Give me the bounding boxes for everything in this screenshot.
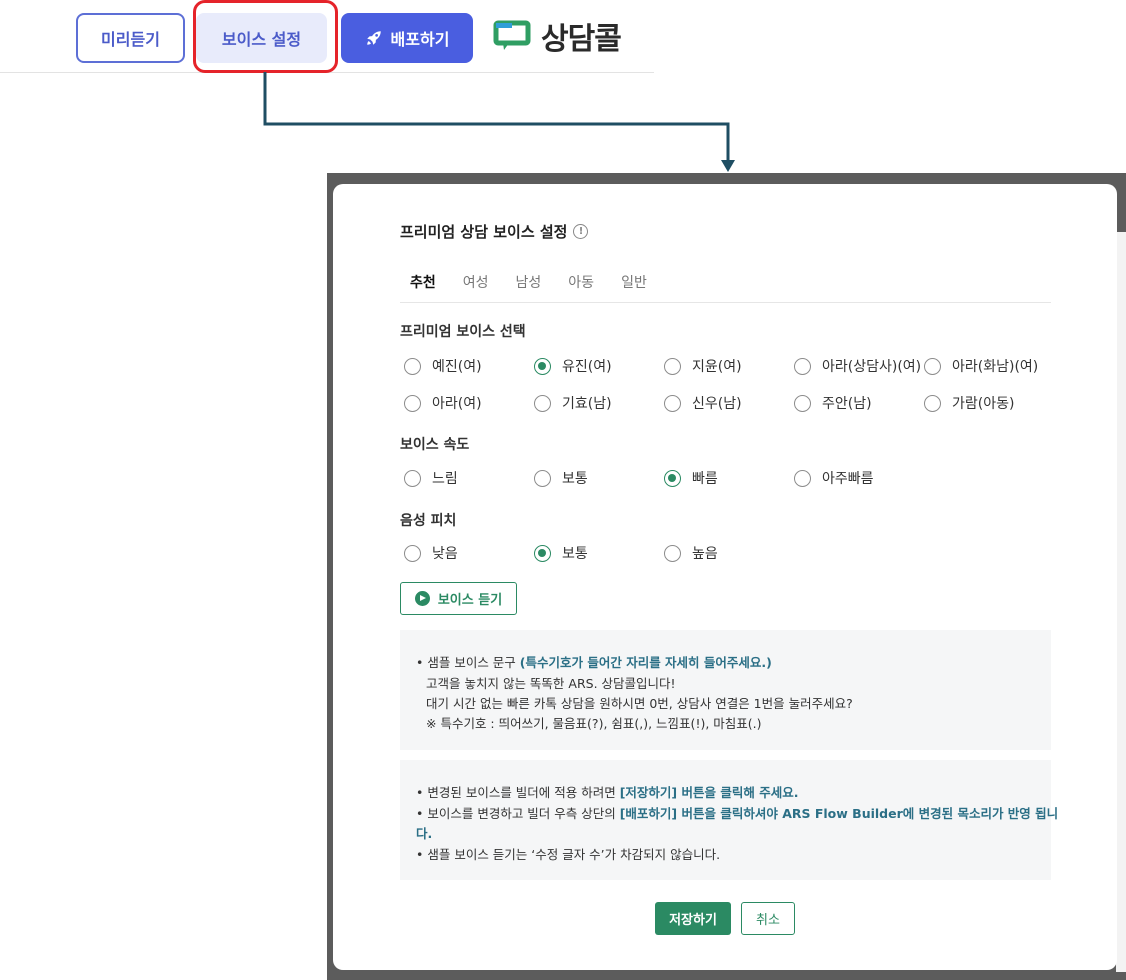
voice-category-tabs: 추천 여성 남성 아동 일반 (400, 269, 1051, 303)
listen-voice-label: 보이스 듣기 (437, 593, 503, 608)
voice-radio-4[interactable]: 아라(화남)(여) (924, 356, 1038, 376)
radio-circle (794, 469, 811, 487)
voice-radio-5[interactable]: 아라(여) (404, 393, 482, 413)
radio-circle (404, 544, 421, 562)
builder-toolbar: 미리듣기 보이스 설정 배포하기 상담콜 (0, 0, 654, 73)
modal-title-text: 프리미엄 상담 보이스 설정 (400, 223, 568, 241)
tab-2[interactable]: 남성 (516, 269, 542, 295)
tab-1[interactable]: 여성 (463, 269, 489, 295)
radio-label: 빠름 (692, 471, 718, 487)
radio-circle (534, 394, 551, 412)
radio-circle (404, 469, 421, 487)
cancel-button[interactable]: 취소 (741, 902, 795, 935)
voice-radio-8[interactable]: 주안(남) (794, 393, 872, 413)
radio-label: 유진(여) (562, 359, 612, 375)
radio-circle (534, 469, 551, 487)
radio-label: 기효(남) (562, 396, 612, 412)
note-sample-free: • 샘플 보이스 듣기는 ‘수정 글자 수’가 차감되지 않습니다. (416, 847, 721, 862)
radio-circle (404, 357, 421, 375)
voice-radio-1[interactable]: 유진(여) (534, 356, 612, 376)
radio-label: 아라(상담사)(여) (822, 359, 922, 375)
speed-radio-3[interactable]: 아주빠름 (794, 468, 874, 488)
radio-circle (534, 357, 551, 375)
radio-circle (794, 394, 811, 412)
sample-line-2: 대기 시간 없는 빠른 카톡 상담을 원하시면 0번, 상담사 연결은 1번을 … (426, 696, 853, 711)
radio-label: 주안(남) (822, 396, 872, 412)
note-deploy: • 보이스를 변경하고 빌더 우측 상단의 [배포하기] 버튼을 클릭하셔야 A… (416, 806, 1059, 821)
tab-4[interactable]: 일반 (621, 269, 647, 295)
radio-label: 신우(남) (692, 396, 742, 412)
save-button[interactable]: 저장하기 (655, 902, 731, 935)
tab-0[interactable]: 추천 (410, 269, 436, 295)
radio-label: 보통 (562, 546, 588, 562)
note-deploy-tail: 다. (416, 826, 433, 841)
voice-radio-3[interactable]: 아라(상담사)(여) (794, 356, 921, 376)
deploy-button[interactable]: 배포하기 (341, 13, 473, 63)
speed-radio-0[interactable]: 느림 (404, 468, 458, 488)
radio-circle (664, 544, 681, 562)
info-icon[interactable]: ! (573, 224, 589, 239)
voice-radio-2[interactable]: 지윤(여) (664, 356, 742, 376)
speed-label: 보이스 속도 (400, 437, 470, 453)
voice-radio-7[interactable]: 신우(남) (664, 393, 742, 413)
radio-label: 예진(여) (432, 359, 482, 375)
radio-circle (534, 544, 551, 562)
brand-logo: 상담콜 (493, 16, 622, 57)
radio-label: 아라(화남)(여) (952, 359, 1039, 375)
radio-label: 느림 (432, 471, 458, 487)
radio-circle (664, 469, 681, 487)
speed-radio-2[interactable]: 빠름 (664, 468, 718, 488)
radio-circle (664, 357, 681, 375)
play-icon (414, 591, 430, 606)
tab-3[interactable]: 아동 (568, 269, 594, 295)
modal-title: 프리미엄 상담 보이스 설정 ! (400, 221, 589, 242)
radio-label: 지윤(여) (692, 359, 742, 375)
preview-button[interactable]: 미리듣기 (76, 13, 185, 63)
radio-label: 아라(여) (432, 396, 482, 412)
brand-name: 상담콜 (541, 22, 622, 57)
listen-voice-button[interactable]: 보이스 듣기 (400, 582, 517, 615)
pitch-radio-0[interactable]: 낮음 (404, 543, 458, 563)
radio-circle (924, 357, 941, 375)
radio-circle (794, 357, 811, 375)
radio-circle (404, 394, 421, 412)
sample-text-box: • 샘플 보이스 문구 (특수기호가 들어간 자리를 자세히 들어주세요.) 고… (400, 630, 1051, 750)
pitch-radio-1[interactable]: 보통 (534, 543, 588, 563)
voice-select-label: 프리미엄 보이스 선택 (400, 324, 526, 340)
rocket-icon (366, 31, 381, 45)
background-page-edge (1116, 232, 1126, 972)
sample-heading: • 샘플 보이스 문구 (특수기호가 들어간 자리를 자세히 들어주세요.) (416, 655, 772, 670)
voice-settings-button[interactable]: 보이스 설정 (196, 13, 327, 63)
voice-radio-0[interactable]: 예진(여) (404, 356, 482, 376)
deploy-label: 배포하기 (390, 30, 450, 49)
voice-radio-6[interactable]: 기효(남) (534, 393, 612, 413)
radio-label: 가람(아동) (952, 396, 1015, 412)
radio-circle (924, 394, 941, 412)
radio-label: 아주빠름 (822, 471, 874, 487)
voice-settings-modal: 프리미엄 상담 보이스 설정 ! 추천 여성 남성 아동 일반 프리미엄 보이스 선택 … (333, 184, 1117, 970)
note-save: • 변경된 보이스를 빌더에 적용 하려면 [저장하기] 버튼을 클릭해 주세요… (416, 785, 799, 800)
radio-circle (664, 394, 681, 412)
radio-label: 보통 (562, 471, 588, 487)
special-chars-note: ※ 특수기호 : 띄어쓰기, 물음표(?), 쉼표(,), 느낌표(!), 마침… (426, 716, 762, 731)
pitch-radio-2[interactable]: 높음 (664, 543, 718, 563)
radio-label: 낮음 (432, 546, 458, 562)
voice-radio-9[interactable]: 가람(아동) (924, 393, 1014, 413)
radio-label: 높음 (692, 546, 718, 562)
sample-line-1: 고객을 놓치지 않는 똑똑한 ARS. 상담콜입니다! (426, 676, 676, 691)
apply-notes-box: • 변경된 보이스를 빌더에 적용 하려면 [저장하기] 버튼을 클릭해 주세요… (400, 760, 1058, 880)
pitch-label: 음성 피치 (400, 513, 457, 529)
chat-bubble-logo-icon (493, 20, 531, 50)
speed-radio-1[interactable]: 보통 (534, 468, 588, 488)
